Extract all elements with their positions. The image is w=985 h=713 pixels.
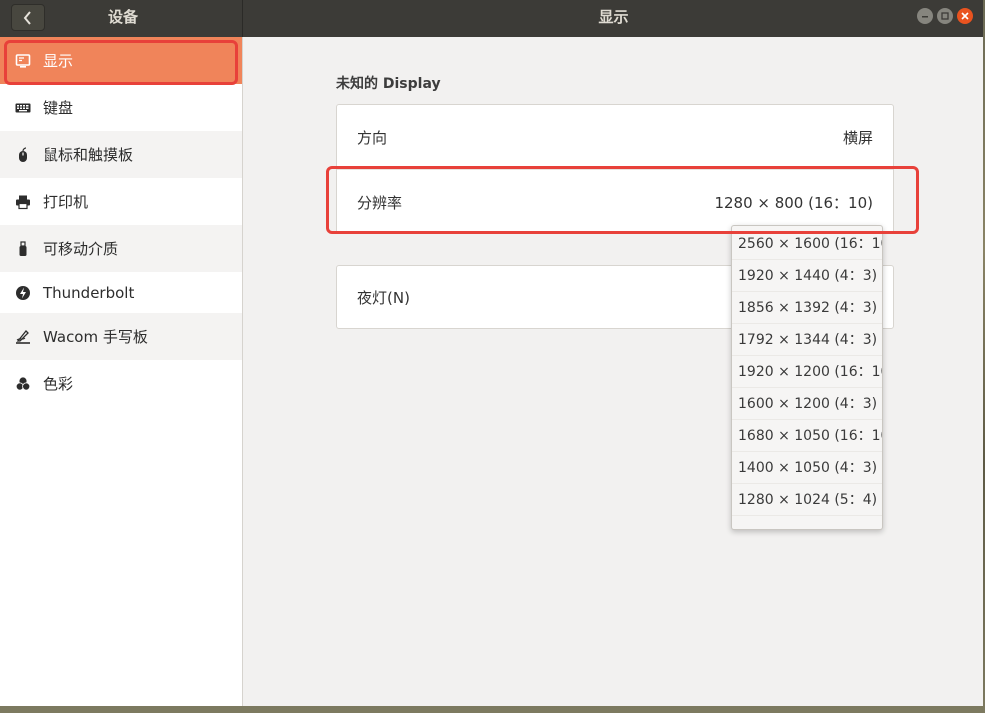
sidebar-item-label: 色彩 [43,375,74,393]
title-bar: 设备 显示 [0,0,983,37]
display-name-heading: 未知的 Display [336,76,441,92]
sidebar-item-display[interactable]: 显示 [0,37,242,84]
close-button[interactable] [957,8,973,24]
removable-media-icon [15,240,31,257]
sidebar-item-removable-media[interactable]: 可移动介质 [0,225,242,272]
color-icon [15,376,31,392]
sidebar-item-label: 键盘 [43,99,74,117]
resolution-option[interactable]: 1400 × 1050 (4：3) [732,452,882,484]
sidebar: 显示 键盘 鼠标和触摸板 打印机 可移动介质 Thunderbolt Wacom… [0,37,243,706]
sidebar-item-label: 显示 [43,52,74,70]
sidebar-item-label: Thunderbolt [43,283,135,302]
mouse-icon [15,146,31,163]
sidebar-item-wacom[interactable]: Wacom 手写板 [0,313,242,360]
page-title: 显示 [598,8,629,26]
resolution-option[interactable]: 2560 × 1600 (16：10) [732,226,882,260]
resolution-option[interactable]: 1600 × 1200 (4：3) [732,388,882,420]
settings-window: 设备 显示 显示 键盘 鼠标和触摸板 打印机 可移动介质 Thunderbolt… [0,0,983,706]
resolution-value: 1280 × 800 (16：10) [714,193,873,212]
thunderbolt-icon [15,285,31,301]
minimize-icon [922,16,928,18]
sidebar-item-label: 鼠标和触摸板 [43,146,134,164]
resolution-option[interactable]: 1680 × 1050 (16：10) [732,420,882,452]
sidebar-item-color[interactable]: 色彩 [0,360,242,407]
sidebar-item-thunderbolt[interactable]: Thunderbolt [0,272,242,313]
panel-title: 设备 [107,8,138,26]
resolution-dropdown[interactable]: 2560 × 1600 (16：10) 1920 × 1440 (4：3) 18… [731,225,883,530]
resolution-option[interactable]: 1280 × 1024 (5：4) [732,484,882,516]
close-icon [961,12,969,20]
sidebar-item-keyboard[interactable]: 键盘 [0,84,242,131]
keyboard-icon [15,100,31,116]
maximize-button[interactable] [937,8,953,24]
orientation-row[interactable]: 方向 横屏 [337,105,893,169]
night-light-label: 夜灯(N) [357,288,410,307]
maximize-icon [941,12,949,20]
resolution-option[interactable]: 1792 × 1344 (4：3) [732,324,882,356]
sidebar-item-label: 可移动介质 [43,240,119,258]
sidebar-item-label: Wacom 手写板 [43,328,148,346]
tablet-icon [15,329,31,345]
resolution-option[interactable]: 1856 × 1392 (4：3) [732,292,882,324]
title-bar-left: 设备 [0,0,243,37]
orientation-value: 横屏 [842,128,873,147]
printer-icon [15,194,31,210]
sidebar-item-label: 打印机 [43,193,89,211]
display-icon [15,53,31,69]
display-settings-card: 方向 横屏 分辨率 1280 × 800 (16：10) [336,104,894,234]
orientation-label: 方向 [357,128,388,147]
minimize-button[interactable] [917,8,933,24]
resolution-label: 分辨率 [357,193,403,212]
sidebar-item-printers[interactable]: 打印机 [0,178,242,225]
chevron-left-icon [23,10,31,25]
sidebar-item-mouse[interactable]: 鼠标和触摸板 [0,131,242,178]
resolution-option[interactable]: 1920 × 1200 (16：10) [732,356,882,388]
resolution-option[interactable]: 1920 × 1440 (4：3) [732,260,882,292]
back-button[interactable] [11,4,45,31]
